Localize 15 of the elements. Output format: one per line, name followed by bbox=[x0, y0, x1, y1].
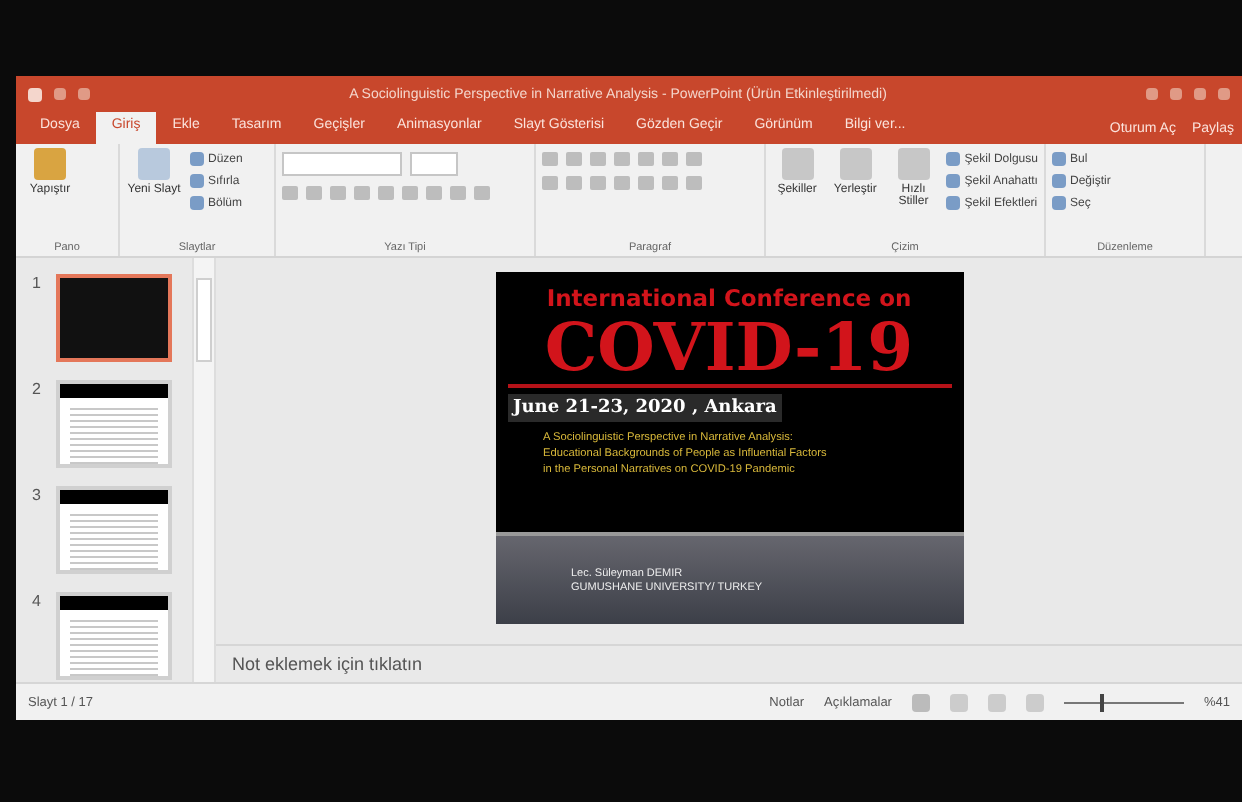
slide-thumbnail[interactable] bbox=[56, 380, 172, 468]
slide-thumbnail[interactable] bbox=[56, 592, 172, 680]
scrollbar[interactable] bbox=[192, 258, 216, 682]
zoom-thumb[interactable] bbox=[1099, 693, 1104, 711]
slide-date: June 21-23, 2020 , Ankara bbox=[507, 394, 783, 422]
slide-number: 4 bbox=[32, 592, 43, 614]
slide-number: 2 bbox=[32, 380, 43, 402]
slide-thumbnail[interactable] bbox=[56, 274, 172, 362]
slide-thumbnail[interactable] bbox=[56, 486, 172, 574]
font-field[interactable] bbox=[282, 152, 402, 176]
slide-title: COVID-19 bbox=[507, 312, 951, 388]
size-field[interactable] bbox=[410, 152, 458, 176]
slide-heading: International Conference on bbox=[544, 284, 914, 312]
slide-number: 3 bbox=[32, 486, 43, 508]
slide-number: 1 bbox=[32, 274, 43, 296]
